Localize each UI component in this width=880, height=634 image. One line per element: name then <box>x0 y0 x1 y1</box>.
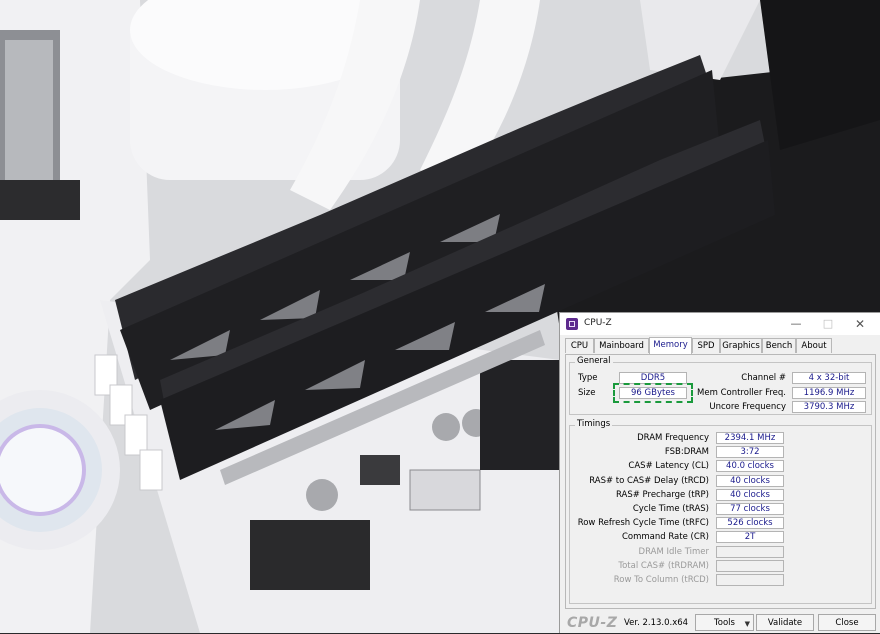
tab-about[interactable]: About <box>796 338 832 353</box>
timing-label: RAS# Precharge (tRP) <box>615 490 709 500</box>
cpuz-window: CPU-Z — □ ✕ CPU Mainboard Memory SPD Gra… <box>559 312 880 633</box>
timings-group-title: Timings <box>575 419 613 429</box>
maximize-icon[interactable]: □ <box>816 315 840 333</box>
cpuz-app-icon <box>566 318 578 330</box>
tab-spd[interactable]: SPD <box>692 338 720 353</box>
tab-mainboard[interactable]: Mainboard <box>594 338 649 353</box>
mem-controller-freq-value: 1196.9 MHz <box>792 387 866 399</box>
timing-label: Cycle Time (tRAS) <box>632 504 709 514</box>
tab-cpu[interactable]: CPU <box>565 338 594 353</box>
timing-value: 40.0 clocks <box>716 460 784 472</box>
title-bar[interactable]: CPU-Z — □ ✕ <box>560 313 880 335</box>
version-text: Ver. 2.13.0.x64 <box>624 618 689 628</box>
general-group-title: General <box>575 356 613 366</box>
dropdown-caret-icon: ▼ <box>744 620 750 628</box>
timing-label: FSB:DRAM <box>664 447 709 457</box>
timing-value: 526 clocks <box>716 517 784 529</box>
general-group: General Type DDR5 Size 96 GBytes Channel… <box>569 356 872 415</box>
cpuz-brand-logo: CPU-Z <box>567 615 618 631</box>
timing-value: 40 clocks <box>716 475 784 487</box>
tab-bench[interactable]: Bench <box>762 338 796 353</box>
size-highlight-box <box>613 383 693 403</box>
validate-button[interactable]: Validate <box>756 614 814 631</box>
timing-value <box>716 546 784 558</box>
timing-label: Row To Column (tRCD) <box>613 575 709 585</box>
timings-group: Timings DRAM Frequency 2394.1 MHz FSB:DRAM… <box>569 419 872 604</box>
timing-value: 77 clocks <box>716 503 784 515</box>
tab-memory[interactable]: Memory <box>649 337 692 354</box>
timing-label: CAS# Latency (CL) <box>628 461 709 471</box>
tab-graphics[interactable]: Graphics <box>720 338 762 353</box>
mem-controller-freq-label: Mem Controller Freq. <box>697 388 786 398</box>
timing-value <box>716 574 784 586</box>
timing-label: Total CAS# (tRDRAM) <box>618 561 709 571</box>
timing-label: Command Rate (CR) <box>621 532 709 542</box>
timing-value: 40 clocks <box>716 489 784 501</box>
timing-value: 3:72 <box>716 446 784 458</box>
footer-bar: CPU-Z Ver. 2.13.0.x64 Tools ▼ Validate C… <box>560 611 880 634</box>
timing-label: DRAM Idle Timer <box>638 547 709 557</box>
size-label: Size <box>578 388 596 398</box>
tools-button-label: Tools <box>714 618 735 628</box>
channel-value: 4 x 32-bit <box>792 372 866 384</box>
timing-value <box>716 560 784 572</box>
timing-value: 2394.1 MHz <box>716 432 784 444</box>
timing-label: RAS# to CAS# Delay (tRCD) <box>589 476 709 486</box>
memory-panel: General Type DDR5 Size 96 GBytes Channel… <box>565 354 876 609</box>
minimize-icon[interactable]: — <box>784 315 808 333</box>
timing-label: DRAM Frequency <box>637 433 709 443</box>
channel-label: Channel # <box>741 373 786 383</box>
timing-label: Row Refresh Cycle Time (tRFC) <box>577 518 709 528</box>
type-label: Type <box>578 373 598 383</box>
close-icon[interactable]: ✕ <box>848 315 872 333</box>
uncore-frequency-value: 3790.3 MHz <box>792 401 866 413</box>
close-button[interactable]: Close <box>818 614 876 631</box>
timing-value: 2T <box>716 531 784 543</box>
tools-button[interactable]: Tools ▼ <box>695 614 754 631</box>
uncore-frequency-label: Uncore Frequency <box>709 402 786 412</box>
window-title: CPU-Z <box>584 318 612 328</box>
